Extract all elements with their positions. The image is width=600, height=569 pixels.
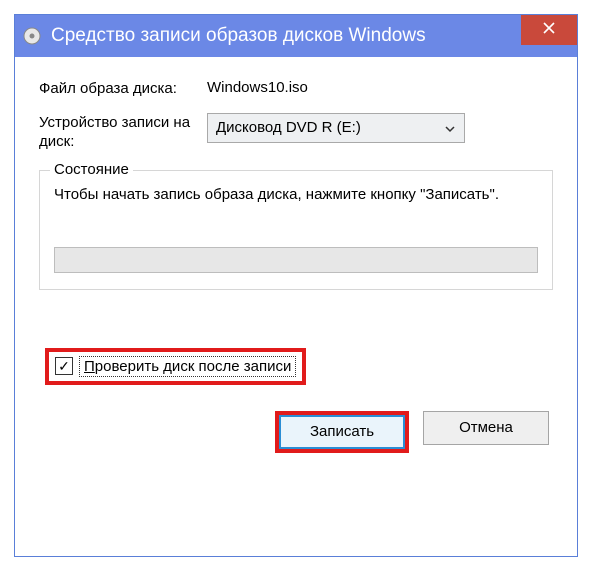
titlebar: Средство записи образов дисков Windows bbox=[15, 15, 577, 57]
burner-label: Устройство записи на диск: bbox=[39, 113, 207, 152]
window-title: Средство записи образов дисков Windows bbox=[51, 25, 577, 47]
highlight-burn: Записать bbox=[275, 411, 409, 453]
button-row: Записать Отмена bbox=[39, 411, 553, 453]
verify-row: ✓ Проверить диск после записи bbox=[39, 342, 553, 391]
burn-button[interactable]: Записать bbox=[279, 415, 405, 449]
image-file-row: Файл образа диска: Windows10.iso bbox=[39, 79, 553, 99]
client-area: Файл образа диска: Windows10.iso Устройс… bbox=[15, 57, 577, 467]
verify-checkbox[interactable]: ✓ bbox=[55, 357, 73, 375]
burner-select-value: Дисковод DVD R (E:) bbox=[216, 119, 361, 136]
chevron-down-icon bbox=[444, 122, 456, 134]
burner-row: Устройство записи на диск: Дисковод DVD … bbox=[39, 113, 553, 152]
image-file-value: Windows10.iso bbox=[207, 79, 553, 96]
disc-burner-icon bbox=[23, 27, 41, 45]
dialog-window: Средство записи образов дисков Windows Ф… bbox=[14, 14, 578, 557]
status-legend: Состояние bbox=[50, 161, 133, 178]
status-text: Чтобы начать запись образа диска, нажмит… bbox=[54, 185, 538, 205]
close-icon bbox=[543, 21, 555, 39]
progress-bar bbox=[54, 247, 538, 273]
close-button[interactable] bbox=[521, 15, 577, 45]
image-file-label: Файл образа диска: bbox=[39, 79, 207, 99]
highlight-verify: ✓ Проверить диск после записи bbox=[45, 348, 306, 385]
cancel-button[interactable]: Отмена bbox=[423, 411, 549, 445]
status-fieldset: Состояние Чтобы начать запись образа дис… bbox=[39, 170, 553, 290]
verify-label[interactable]: Проверить диск после записи bbox=[79, 356, 296, 377]
burner-select[interactable]: Дисковод DVD R (E:) bbox=[207, 113, 465, 143]
